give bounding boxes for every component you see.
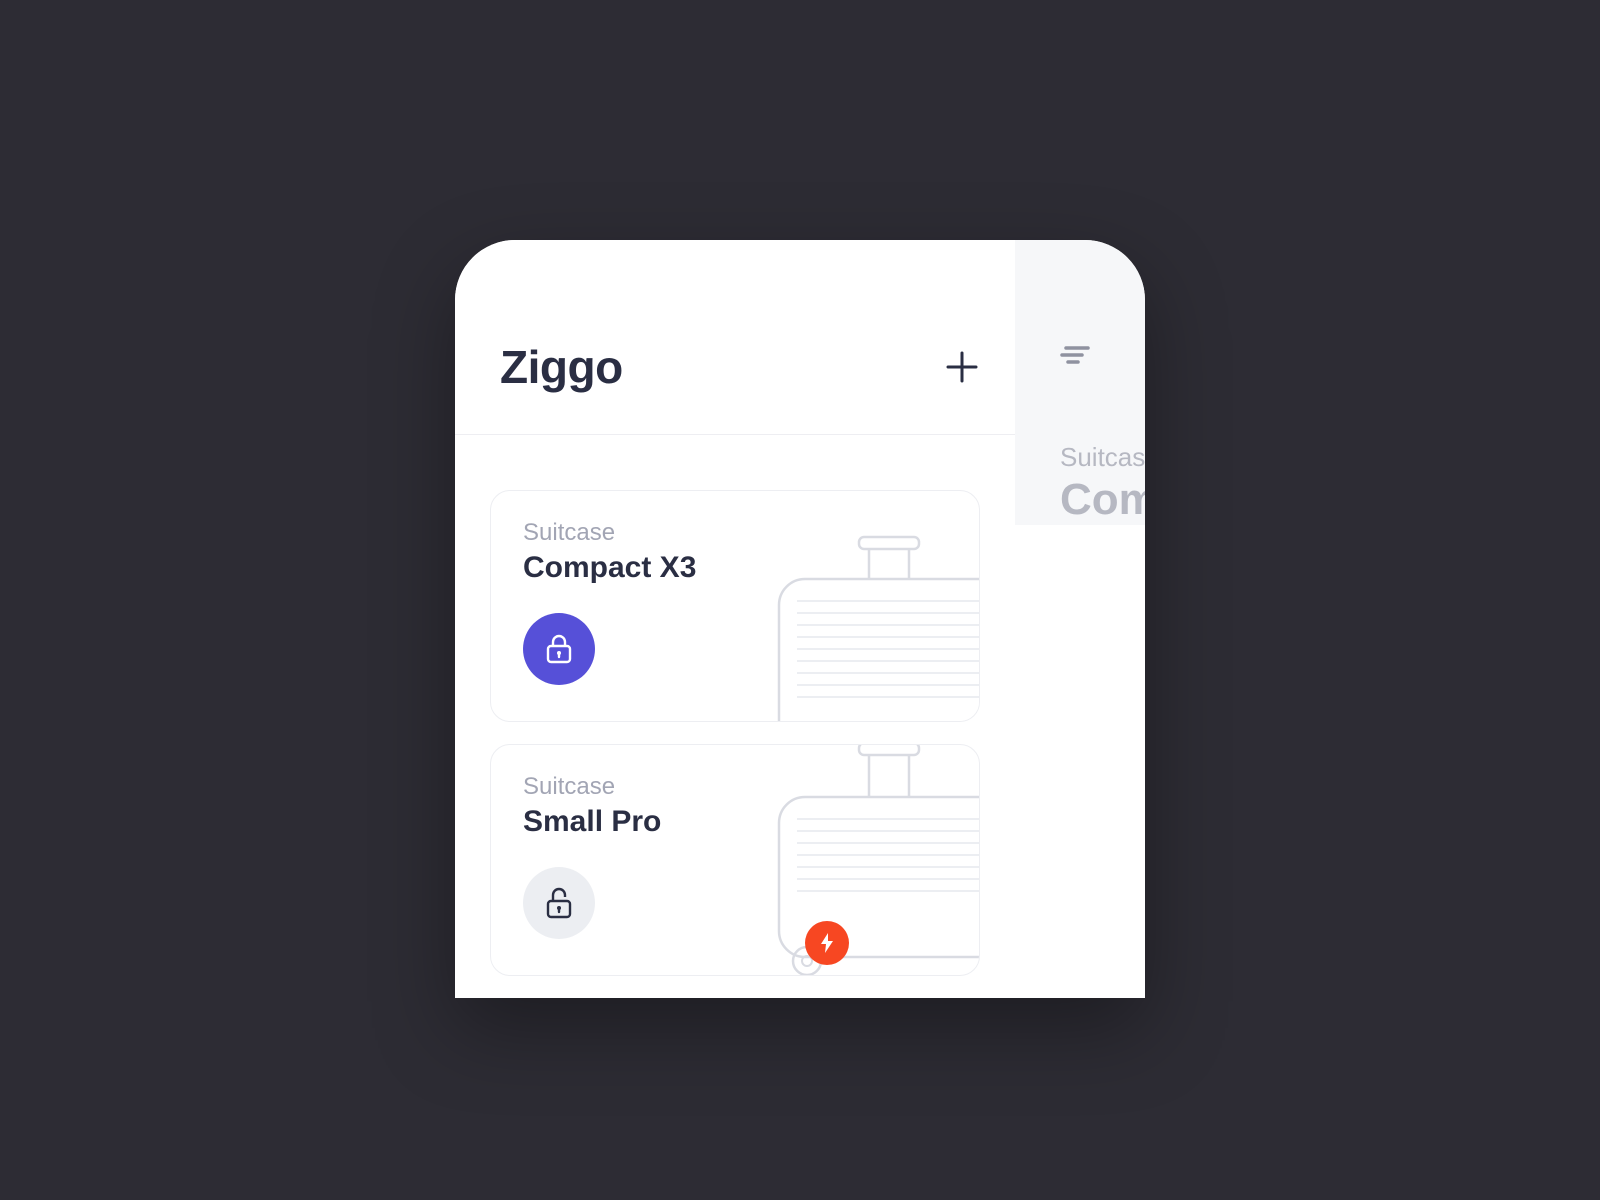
lock-icon [546, 634, 572, 664]
card-list: Suitcase Compact X3 [455, 435, 1015, 976]
detail-pane[interactable]: Suitcase Com [1015, 240, 1145, 525]
header: Ziggo [455, 240, 1015, 435]
plus-icon [945, 350, 979, 384]
suitcase-illustration [759, 531, 980, 722]
phone-content: Ziggo Suitcase Compact X3 [455, 240, 1145, 998]
app-title: Ziggo [500, 340, 944, 394]
suitcase-illustration [759, 744, 980, 976]
phone-frame: Ziggo Suitcase Compact X3 [455, 240, 1145, 998]
main-pane: Ziggo Suitcase Compact X3 [455, 240, 1015, 998]
detail-name: Com [1060, 475, 1145, 525]
suitcase-card[interactable]: Suitcase Small Pro [490, 744, 980, 976]
alert-badge [805, 921, 849, 965]
lock-button[interactable] [523, 613, 595, 685]
bolt-icon [819, 932, 835, 954]
detail-category: Suitcase [1060, 442, 1145, 473]
menu-button[interactable] [1060, 345, 1145, 370]
unlock-icon [546, 887, 572, 919]
suitcase-card[interactable]: Suitcase Compact X3 [490, 490, 980, 722]
unlock-button[interactable] [523, 867, 595, 939]
menu-icon [1060, 345, 1092, 365]
add-button[interactable] [944, 349, 980, 385]
